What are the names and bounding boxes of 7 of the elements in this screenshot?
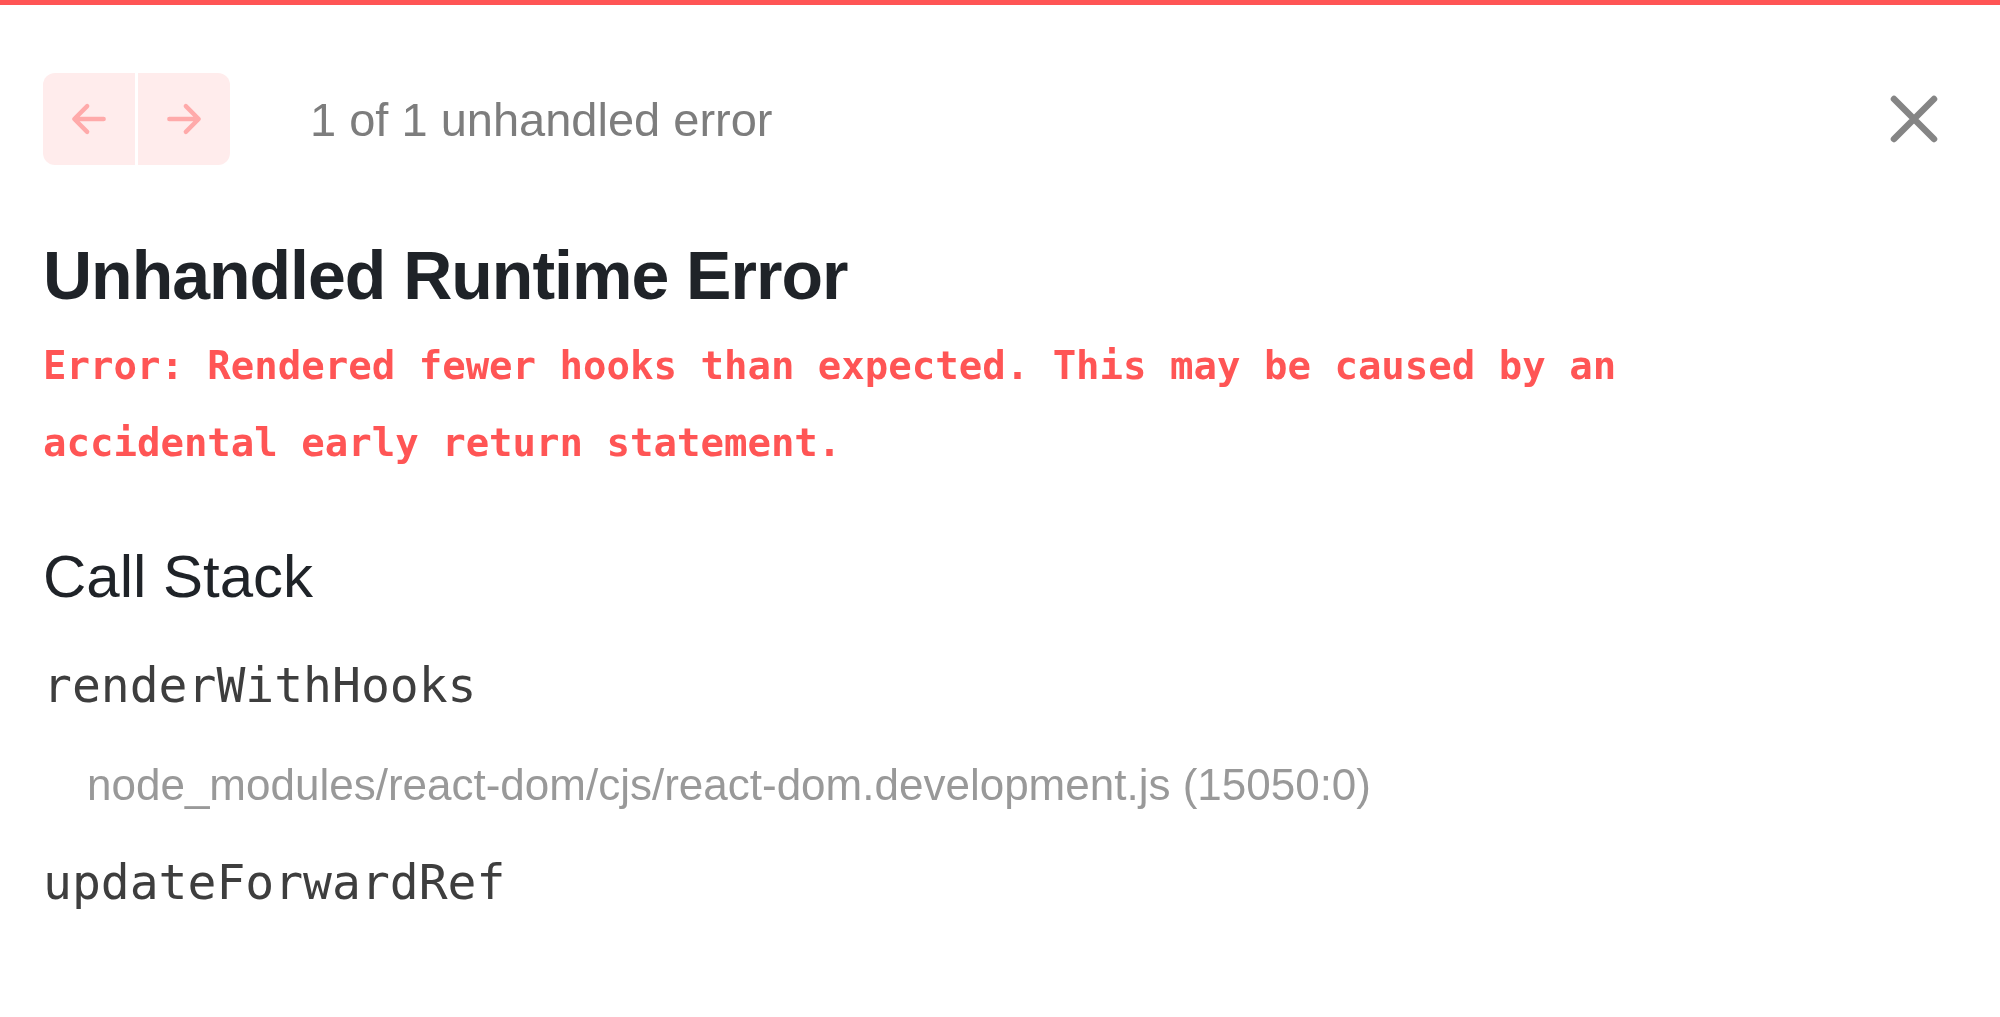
call-stack-heading: Call Stack (43, 541, 315, 612)
function-name: updateForwardRef (43, 854, 507, 912)
error-title: Unhandled Runtime Error (43, 236, 849, 315)
file-location[interactable]: node_modules/react-dom/cjs/react-dom.development.js (15050:0) (87, 760, 1957, 811)
function-name: renderWithHooks (43, 656, 478, 715)
error-counter: 1 of 1 unhandled error (310, 91, 773, 147)
error-message: Error: Rendered fewer hooks than expected. This may be caused by an accidental early return statement. (43, 341, 1618, 467)
